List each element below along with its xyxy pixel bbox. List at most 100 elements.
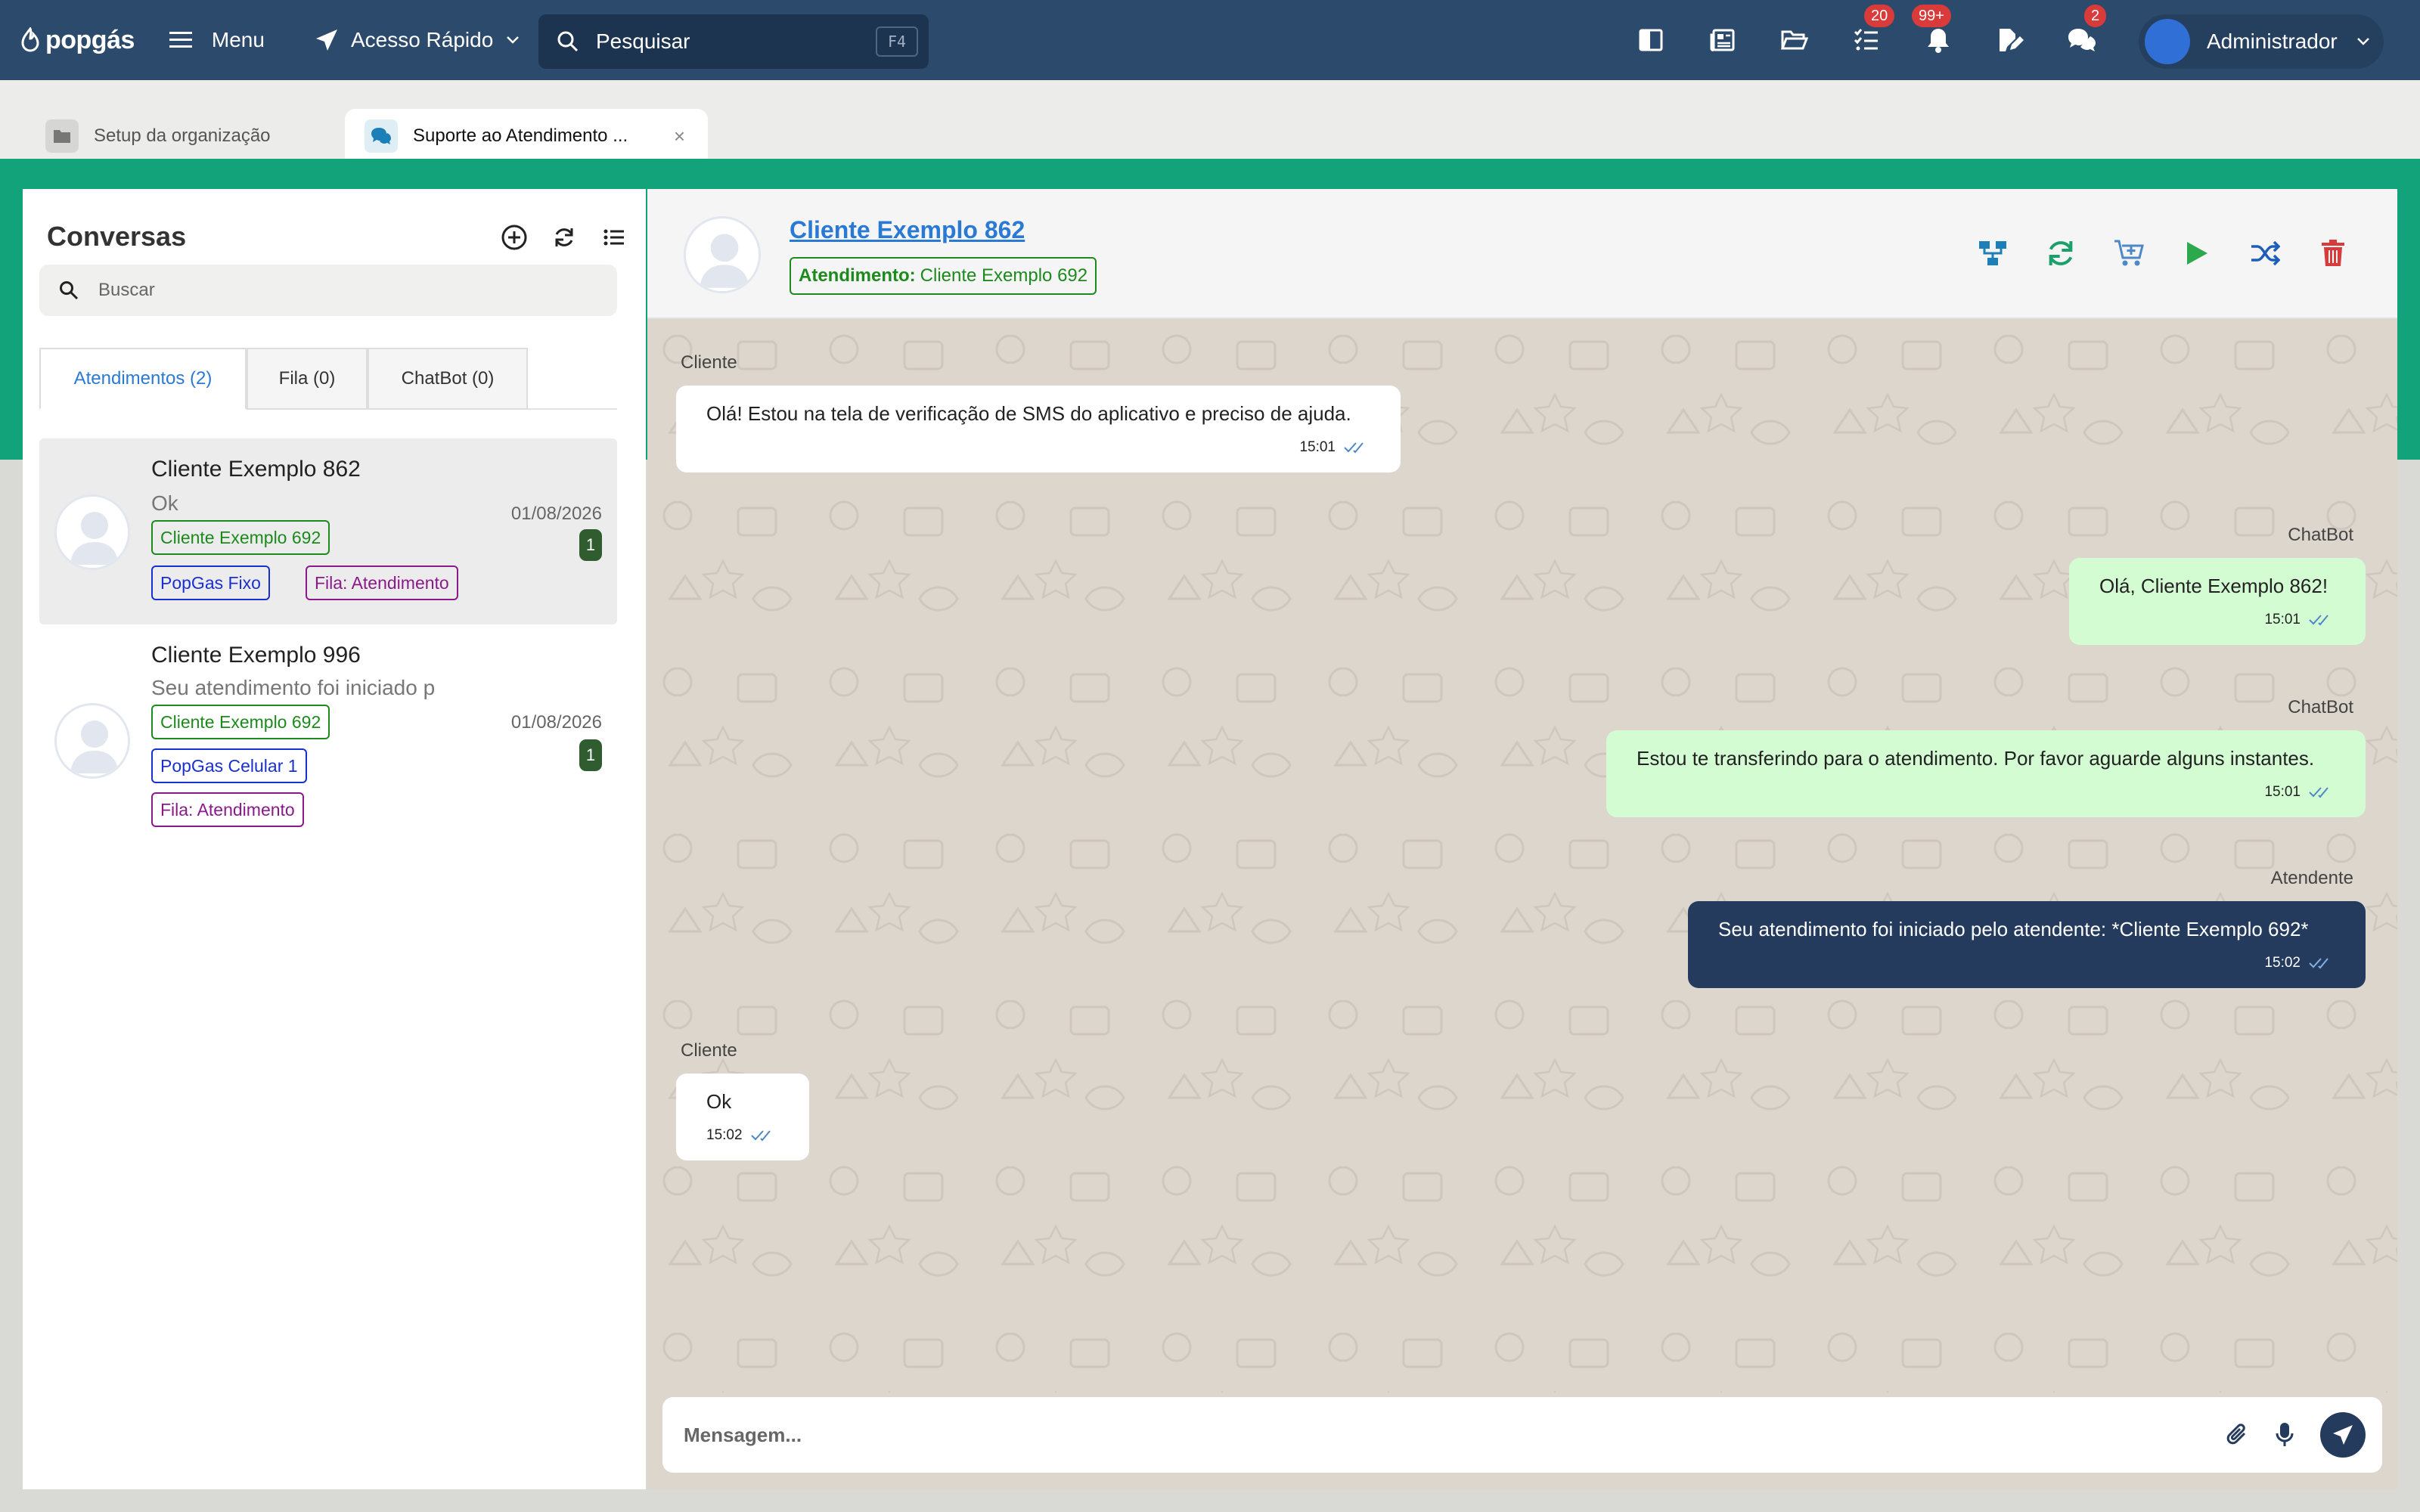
avatar — [54, 703, 130, 779]
chat-background-pattern — [647, 319, 2397, 1393]
tasks-button[interactable]: 20 — [1849, 5, 1895, 57]
conversation-item[interactable]: Cliente Exemplo 862 Ok 01/08/2026 1 Clie… — [39, 438, 617, 624]
avatar — [2145, 19, 2190, 64]
plus-circle-icon — [501, 225, 527, 250]
logo-text: popgás — [45, 25, 135, 54]
send-button[interactable] — [2320, 1412, 2366, 1458]
chat-contact-name[interactable]: Cliente Exemplo 862 — [790, 216, 1025, 244]
panel-actions — [496, 219, 646, 256]
attach-button[interactable] — [2226, 1421, 2249, 1448]
message-bubble: Estou te transferindo para o atendimento… — [1606, 730, 2366, 817]
conversation-item[interactable]: Cliente Exemplo 996 Seu atendimento foi … — [39, 624, 617, 827]
quick-access-label: Acesso Rápido — [350, 28, 494, 51]
quick-access-dropdown[interactable]: Acesso Rápido — [315, 28, 520, 52]
message-input[interactable] — [684, 1423, 2121, 1447]
workspace-tab-strip: Setup da organização Suporte ao Atendime… — [0, 80, 2420, 163]
global-search[interactable]: F4 — [538, 14, 929, 69]
refresh-chat-button[interactable] — [2042, 234, 2080, 272]
conversation-date: 01/08/2026 — [510, 503, 602, 524]
list-options-button[interactable] — [596, 219, 632, 256]
double-check-icon — [2309, 787, 2328, 798]
message-meta: 15:02 — [706, 1127, 779, 1144]
news-button[interactable] — [1705, 23, 1740, 57]
transfer-button[interactable] — [2246, 234, 2284, 272]
message-sender: ChatBot — [2288, 525, 2353, 545]
attendance-label: Atendimento: — [799, 265, 916, 286]
search-shortcut-hint: F4 — [876, 26, 918, 57]
panel-title: Conversas — [47, 221, 187, 252]
message-text: Olá, Cliente Exemplo 862! — [2099, 575, 2328, 597]
unread-badge: 1 — [579, 739, 602, 771]
chat-badge: 2 — [2084, 5, 2107, 27]
folder-open-icon — [1781, 30, 1808, 50]
list-icon — [603, 229, 624, 246]
refresh-button[interactable] — [546, 219, 582, 256]
message-sender: ChatBot — [2288, 697, 2353, 717]
microphone-icon — [2276, 1423, 2294, 1446]
paper-plane-icon — [2333, 1425, 2353, 1445]
book-button[interactable] — [1634, 23, 1668, 57]
channel-tag: PopGas Celular 1 — [151, 748, 307, 783]
folder-button[interactable] — [1777, 23, 1812, 57]
message-meta: 15:01 — [2099, 612, 2335, 628]
message-composer — [662, 1397, 2382, 1473]
message-time: 15:01 — [2264, 612, 2301, 627]
flow-button[interactable] — [1974, 234, 2012, 272]
message-time: 15:02 — [706, 1127, 743, 1143]
chat-actions — [1944, 234, 2352, 272]
tab-fila[interactable]: Fila (0) — [247, 348, 368, 410]
chat-bubbles-icon — [365, 119, 398, 153]
tab-setup-organizacao[interactable]: Setup da organização — [30, 109, 348, 163]
trash-icon — [2322, 240, 2344, 266]
close-icon[interactable]: × — [674, 125, 685, 148]
menu-button[interactable]: Menu — [169, 28, 265, 52]
delete-button[interactable] — [2314, 234, 2352, 272]
hamburger-icon — [169, 32, 192, 48]
conversation-name: Cliente Exemplo 862 — [151, 457, 361, 482]
double-check-icon — [1344, 442, 1364, 454]
app-logo[interactable]: popgás — [20, 26, 135, 55]
cart-plus-icon — [2114, 240, 2144, 266]
composer-actions — [2201, 1412, 2366, 1458]
unread-badge: 1 — [579, 529, 602, 561]
message-bubble: Olá! Estou na tela de verificação de SMS… — [676, 386, 1401, 472]
user-menu[interactable]: Administrador — [2139, 14, 2384, 69]
chat-icon — [2068, 29, 2096, 51]
task-list-icon — [1854, 29, 1878, 51]
search-icon — [557, 31, 579, 52]
chat-button[interactable]: 2 — [2065, 5, 2107, 57]
tab-atendimentos[interactable]: Atendimentos (2) — [39, 348, 247, 410]
tab-suporte-atendimento[interactable]: Suporte ao Atendimento ... × — [345, 109, 708, 163]
global-search-input[interactable] — [596, 29, 845, 54]
chat-header: Cliente Exemplo 862 Atendimento: Cliente… — [647, 189, 2397, 319]
book-icon — [1639, 29, 1663, 51]
attendance-value: Cliente Exemplo 692 — [920, 265, 1088, 286]
double-check-icon — [2309, 958, 2328, 969]
double-check-icon — [2309, 615, 2328, 626]
conversation-search-input[interactable] — [98, 280, 552, 301]
conversation-date: 01/08/2026 — [510, 712, 602, 733]
start-button[interactable] — [2178, 234, 2216, 272]
notifications-button[interactable]: 99+ — [1912, 5, 1956, 57]
conversation-search[interactable] — [39, 265, 617, 316]
tasks-badge: 20 — [1864, 5, 1895, 27]
message-meta: 15:01 — [706, 439, 1370, 456]
conversation-preview: Seu atendimento foi iniciado p — [151, 676, 436, 699]
refresh-icon — [555, 228, 573, 246]
new-conversation-button[interactable] — [496, 219, 532, 256]
edit-document-button[interactable] — [1993, 23, 2028, 57]
add-to-cart-button[interactable] — [2110, 234, 2148, 272]
tab-chatbot[interactable]: ChatBot (0) — [368, 348, 528, 410]
message-text: Estou te transferindo para o atendimento… — [1637, 747, 2315, 770]
message-sender: Atendente — [2270, 868, 2353, 888]
avatar — [684, 216, 761, 293]
shuffle-icon — [2251, 240, 2280, 266]
user-name: Administrador — [2207, 29, 2338, 53]
conversations-panel: Conversas Atendimentos (2) Fila (0) Chat… — [23, 189, 646, 1489]
tab-label: Setup da organização — [94, 125, 271, 146]
microphone-button[interactable] — [2275, 1421, 2294, 1448]
conversation-name: Cliente Exemplo 996 — [151, 643, 361, 668]
queue-tag: Fila: Atendimento — [151, 792, 304, 827]
conversation-preview: Ok — [151, 491, 178, 515]
search-icon — [60, 281, 79, 300]
